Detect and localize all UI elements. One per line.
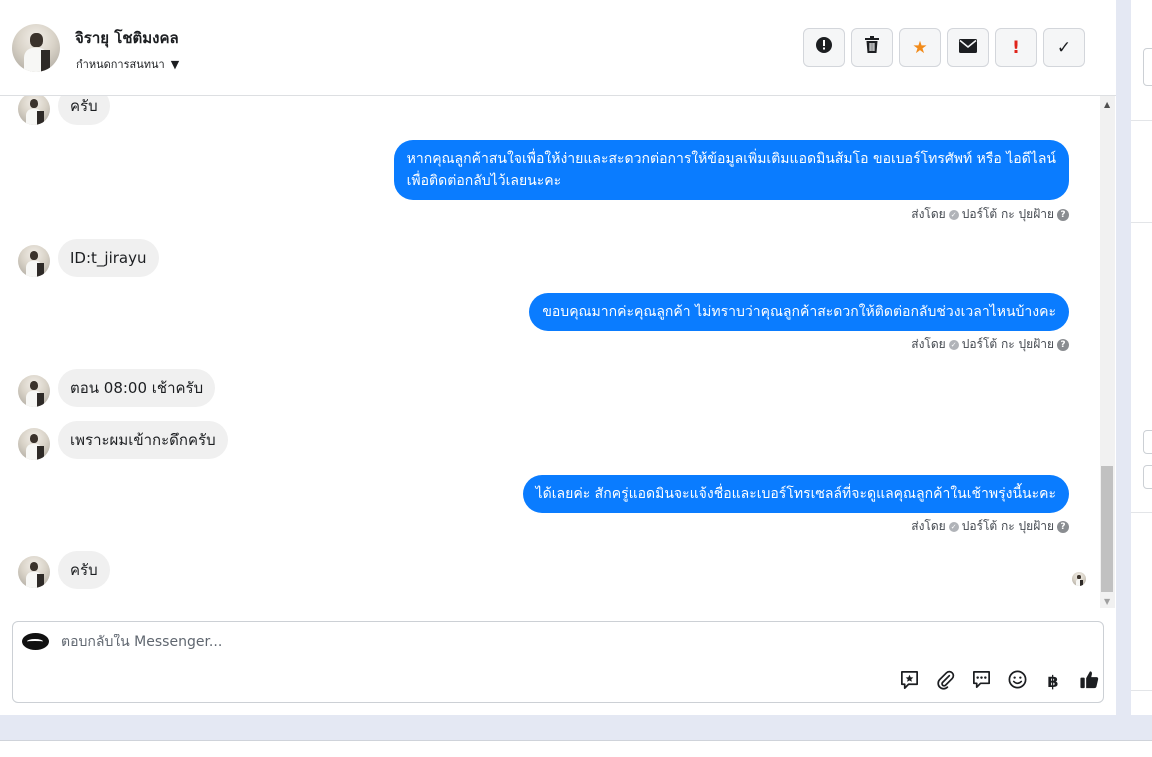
thumbs-up-icon xyxy=(1079,669,1100,694)
saved-reply-button[interactable] xyxy=(891,670,927,692)
sender-avatar xyxy=(18,96,50,125)
verified-icon: ✓ xyxy=(948,339,959,350)
page-logo xyxy=(22,633,49,650)
emoji-button[interactable] xyxy=(999,670,1035,692)
schedule-dropdown[interactable]: กำหนดการสนทนา ▼ xyxy=(76,55,179,73)
conversation-panel: จิรายุ โชติมงคล กำหนดการสนทนา ▼ ★ ! ✓ คร… xyxy=(0,0,1116,715)
reply-input[interactable] xyxy=(61,634,861,650)
scrollbar-thumb[interactable] xyxy=(1101,466,1113,592)
chat-bubbles-icon xyxy=(971,669,992,694)
mark-done-button[interactable]: ✓ xyxy=(1043,28,1085,67)
contact-avatar[interactable] xyxy=(12,24,60,72)
app-window: จิรายุ โชติมงคล กำหนดการสนทนา ▼ ★ ! ✓ คร… xyxy=(0,0,1152,757)
message-line: ขอบคุณมากค่ะคุณลูกค้า ไม่ทราบว่าคุณลูกค้… xyxy=(542,304,1056,320)
like-button[interactable] xyxy=(1071,670,1107,692)
composer-tools: ฿ xyxy=(891,670,1107,692)
message-thread[interactable]: ครับ หากคุณลูกค้าสนใจเพื่อให้ง่ายและสะดว… xyxy=(0,96,1100,608)
sent-by-label: ส่งโดย ✓ ปอร์โต้ กะ ปุยฝ้าย ? xyxy=(911,205,1069,224)
trash-icon xyxy=(864,36,880,59)
payment-button[interactable]: ฿ xyxy=(1035,670,1071,692)
seen-receipt-avatar xyxy=(1072,572,1086,586)
schedule-label: กำหนดการสนทนา xyxy=(76,58,165,71)
attach-file-button[interactable] xyxy=(927,670,963,692)
help-icon[interactable]: ? xyxy=(1057,520,1069,533)
help-icon[interactable]: ? xyxy=(1057,338,1069,351)
panel-divider xyxy=(1131,120,1152,121)
scroll-up-icon[interactable]: ▲ xyxy=(1104,100,1110,109)
star-icon: ★ xyxy=(912,37,928,58)
agent-name: ปอร์โต้ กะ ปุยฝ้าย xyxy=(961,207,1054,221)
reply-composer: ฿ xyxy=(12,621,1104,703)
incoming-message: ID:t_jirayu xyxy=(58,239,159,277)
quick-replies-button[interactable] xyxy=(963,670,999,692)
panel-checkbox[interactable] xyxy=(1143,430,1152,454)
outgoing-message: ขอบคุณมากค่ะคุณลูกค้า ไม่ทราบว่าคุณลูกค้… xyxy=(529,293,1069,331)
help-icon[interactable]: ? xyxy=(1057,208,1069,221)
mark-spam-button[interactable] xyxy=(803,28,845,67)
alert-circle-icon xyxy=(815,36,833,59)
panel-divider xyxy=(1131,512,1152,513)
emoji-icon xyxy=(1007,669,1028,694)
sender-avatar xyxy=(18,245,50,277)
agent-name: ปอร์โต้ กะ ปุยฝ้าย xyxy=(961,519,1054,533)
message-line: ได้เลยค่ะ สักครู่แอดมินจะแจ้งชื่อและเบอร… xyxy=(535,486,1056,502)
message-line: เพื่อติดต่อกลับไว้เลยนะคะ xyxy=(406,173,562,189)
contact-details-panel xyxy=(1131,0,1152,715)
conversation-header: จิรายุ โชติมงคล กำหนดการสนทนา ▼ ★ ! ✓ xyxy=(0,0,1116,96)
saved-reply-icon xyxy=(899,669,920,694)
caret-down-icon: ▼ xyxy=(170,57,180,71)
sender-avatar xyxy=(18,375,50,407)
thread-scrollbar[interactable]: ▲ ▼ xyxy=(1100,96,1115,608)
sent-by-prefix: ส่งโดย xyxy=(911,207,946,221)
sent-by-prefix: ส่งโดย xyxy=(911,337,946,351)
panel-checkbox[interactable] xyxy=(1143,465,1152,489)
outgoing-message: หากคุณลูกค้าสนใจเพื่อให้ง่ายและสะดวกต่อก… xyxy=(393,140,1069,200)
contact-name[interactable]: จิรายุ โชติมงคล xyxy=(75,26,179,50)
delete-button[interactable] xyxy=(851,28,893,67)
incoming-message: เพราะผมเข้ากะดึกครับ xyxy=(58,421,228,459)
check-icon: ✓ xyxy=(1056,37,1072,58)
mark-unread-button[interactable] xyxy=(947,28,989,67)
envelope-icon xyxy=(959,38,977,58)
agent-name: ปอร์โต้ กะ ปุยฝ้าย xyxy=(961,337,1054,351)
exclamation-icon: ! xyxy=(1012,37,1020,58)
verified-icon: ✓ xyxy=(948,209,959,220)
sent-by-prefix: ส่งโดย xyxy=(911,519,946,533)
verified-icon: ✓ xyxy=(948,521,959,532)
sent-by-label: ส่งโดย ✓ ปอร์โต้ กะ ปุยฝ้าย ? xyxy=(911,517,1069,536)
message-line: หากคุณลูกค้าสนใจเพื่อให้ง่ายและสะดวกต่อก… xyxy=(406,151,1056,167)
sender-avatar xyxy=(18,428,50,460)
follow-up-button[interactable]: ! xyxy=(995,28,1037,67)
incoming-message: ตอน 08:00 เช้าครับ xyxy=(58,369,216,407)
attachment-icon xyxy=(935,669,956,694)
panel-divider xyxy=(1131,222,1152,223)
panel-field[interactable] xyxy=(1143,48,1152,86)
bottom-divider xyxy=(0,740,1152,741)
panel-divider xyxy=(1131,690,1152,691)
incoming-message: ครับ xyxy=(58,96,110,125)
sender-avatar xyxy=(18,556,50,588)
outgoing-message: ได้เลยค่ะ สักครู่แอดมินจะแจ้งชื่อและเบอร… xyxy=(522,475,1069,513)
scroll-down-icon[interactable]: ▼ xyxy=(1104,597,1110,606)
conversation-actions: ★ ! ✓ xyxy=(803,28,1085,67)
star-button[interactable]: ★ xyxy=(899,28,941,67)
sent-by-label: ส่งโดย ✓ ปอร์โต้ กะ ปุยฝ้าย ? xyxy=(911,335,1069,354)
incoming-message: ครับ xyxy=(58,551,110,589)
baht-icon: ฿ xyxy=(1047,671,1059,691)
